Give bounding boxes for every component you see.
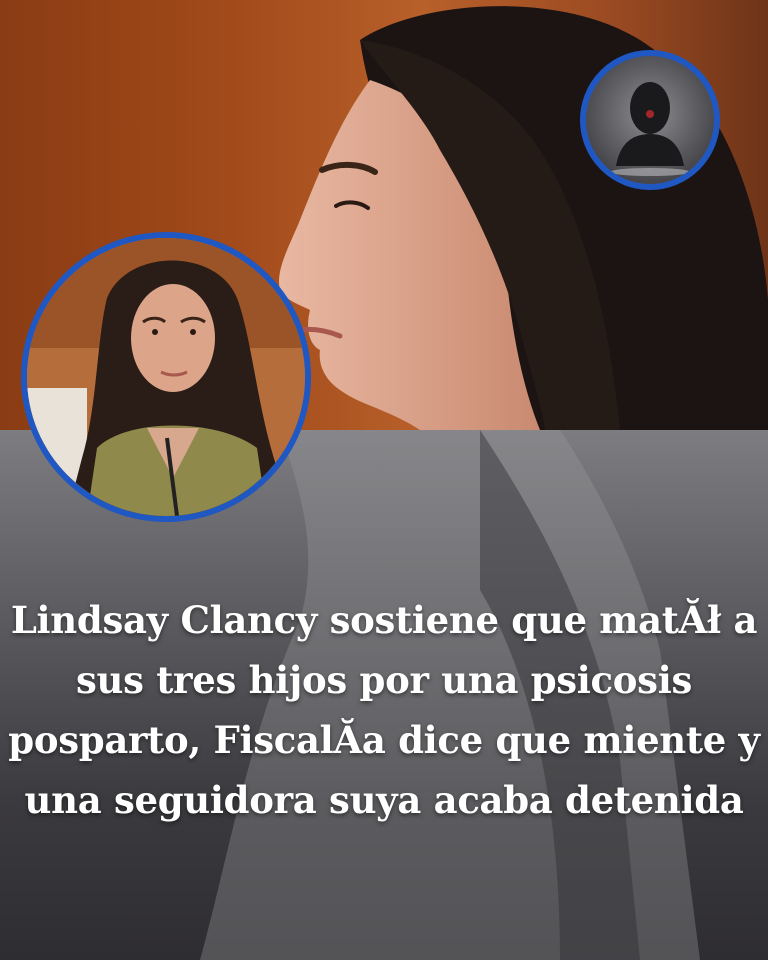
- headline: Lindsay Clancy sostiene que matĂł a sus …: [8, 598, 760, 822]
- anonymous-person-silhouette-icon: [586, 56, 714, 184]
- inset-portrait-circle: [21, 232, 311, 522]
- woman-portrait-image: [27, 238, 305, 516]
- anonymous-person-circle: [580, 50, 720, 190]
